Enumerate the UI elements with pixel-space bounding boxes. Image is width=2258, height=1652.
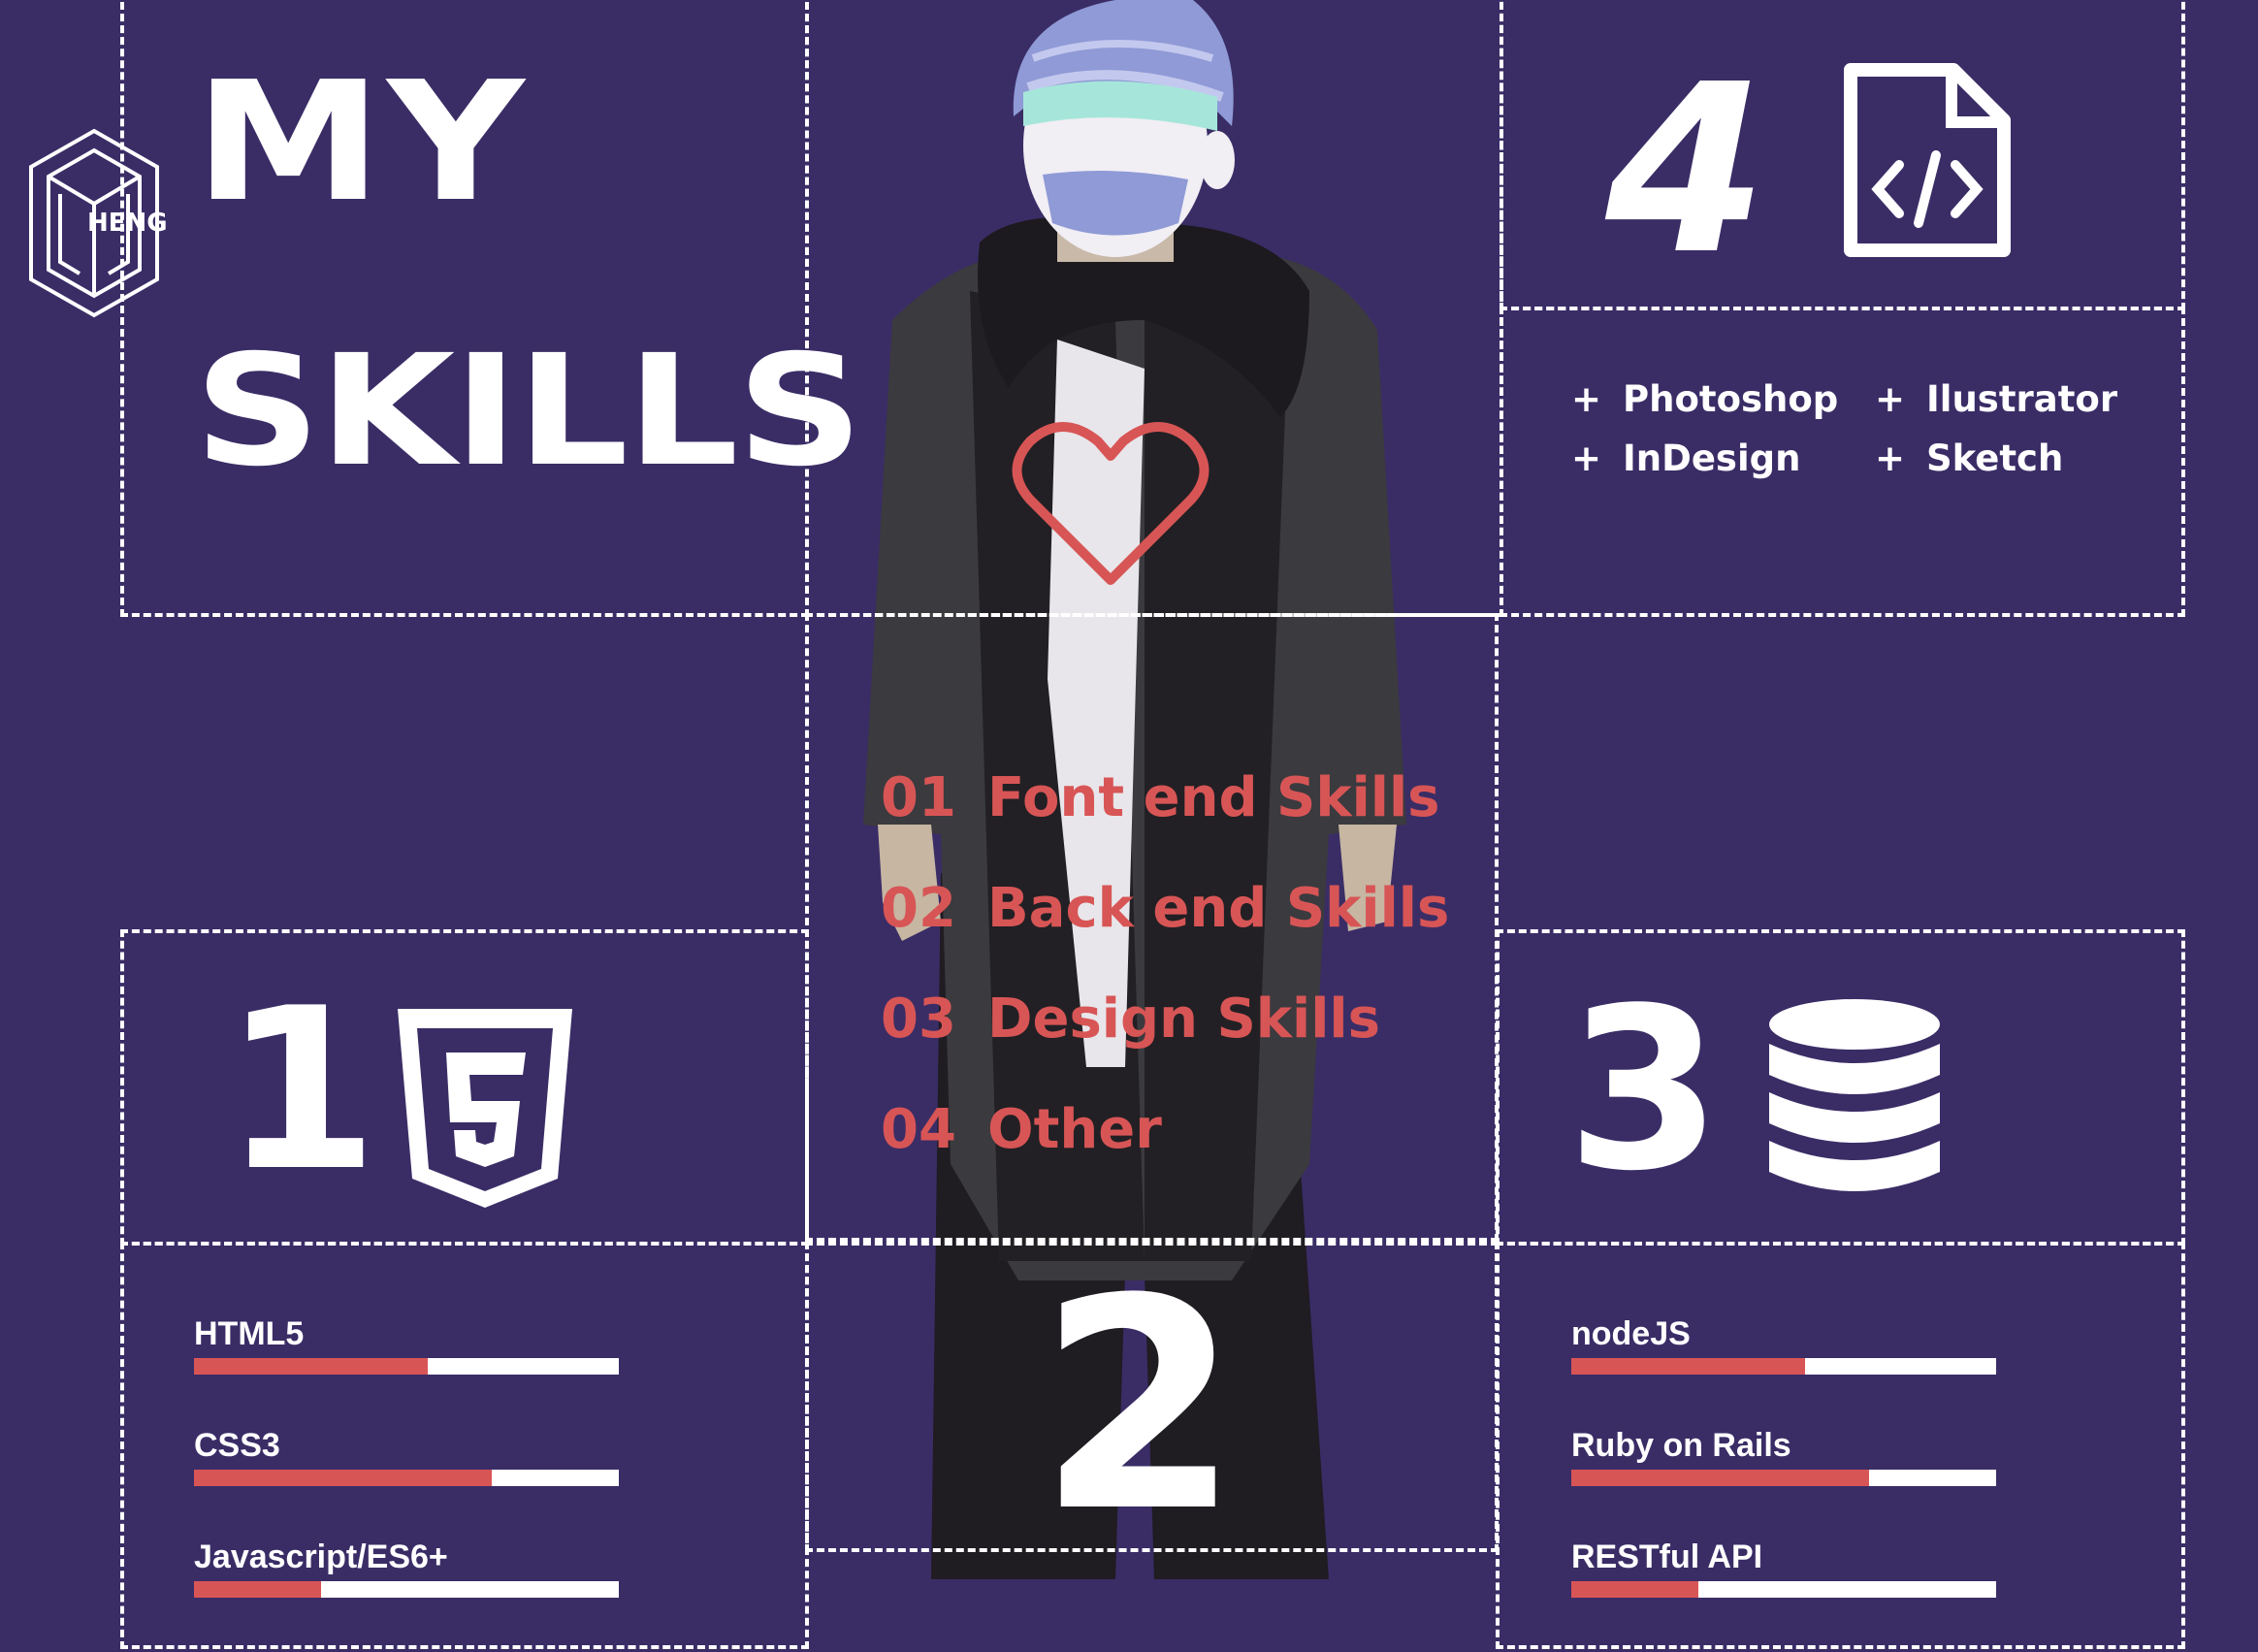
skill-bar-track bbox=[194, 1470, 619, 1486]
page-title-line1: MY bbox=[194, 47, 530, 239]
design-skill-item: + Ilustrator bbox=[1875, 378, 2118, 420]
design-skill-item: + InDesign bbox=[1571, 437, 1801, 479]
menu-item-other[interactable]: 04 Other bbox=[881, 1103, 1449, 1214]
skill-bar-fill bbox=[194, 1358, 428, 1375]
code-file-icon bbox=[1844, 63, 2011, 257]
back-end-section-number: 3 bbox=[1566, 961, 1723, 1220]
skill-bar-track bbox=[194, 1358, 619, 1375]
skills-menu: 01 Font end Skills 02 Back end Skills 03 De… bbox=[881, 771, 1449, 1214]
skill-bar-fill bbox=[194, 1581, 322, 1598]
skill-bar-fill bbox=[1571, 1470, 1869, 1486]
design-skill-item: + Sketch bbox=[1875, 437, 2064, 479]
skill-bar-fill bbox=[194, 1470, 492, 1486]
back-end-skill-bars: nodeJS Ruby on Rails RESTful API bbox=[1571, 1317, 1996, 1652]
skill-item: nodeJS bbox=[1571, 1317, 1996, 1429]
database-icon bbox=[1769, 999, 1940, 1191]
skill-item: Javascript/ES6+ bbox=[194, 1540, 619, 1652]
design-section-number: 4 bbox=[1605, 34, 1767, 306]
html5-icon bbox=[398, 1009, 572, 1208]
design-skill-item: + Photoshop bbox=[1571, 378, 1839, 420]
menu-item-design[interactable]: 03 Design Skills bbox=[881, 992, 1449, 1103]
menu-item-front-end[interactable]: 01 Font end Skills bbox=[881, 771, 1449, 882]
page-title-line2: SKILLS bbox=[194, 322, 863, 501]
skill-bar-track bbox=[194, 1581, 619, 1598]
design-skills-list: + Photoshop + Ilustrator + InDesign + Sketch bbox=[1571, 378, 2127, 479]
logo-text: HENG bbox=[87, 209, 167, 238]
skill-bar-fill bbox=[1571, 1358, 1805, 1375]
skill-bar-track bbox=[1571, 1470, 1996, 1486]
skill-item: Ruby on Rails bbox=[1571, 1429, 1996, 1540]
skill-bar-track bbox=[1571, 1358, 1996, 1375]
other-section-number: 2 bbox=[1038, 1237, 1241, 1575]
heart-icon[interactable] bbox=[1009, 417, 1212, 592]
front-end-section-number: 1 bbox=[223, 961, 379, 1220]
heng-logo[interactable]: HENG bbox=[21, 126, 167, 320]
menu-item-back-end[interactable]: 02 Back end Skills bbox=[881, 882, 1449, 992]
front-end-skill-bars: HTML5 CSS3 Javascript/ES6+ bbox=[194, 1317, 619, 1652]
skill-item: CSS3 bbox=[194, 1429, 619, 1540]
skill-item: HTML5 bbox=[194, 1317, 619, 1429]
skill-item: RESTful API bbox=[1571, 1540, 1996, 1652]
skill-bar-fill bbox=[1571, 1581, 1699, 1598]
skill-bar-track bbox=[1571, 1581, 1996, 1598]
skills-page: HENG MY SKILLS 4 + Photoshop + Ilustrator … bbox=[0, 0, 2258, 1649]
